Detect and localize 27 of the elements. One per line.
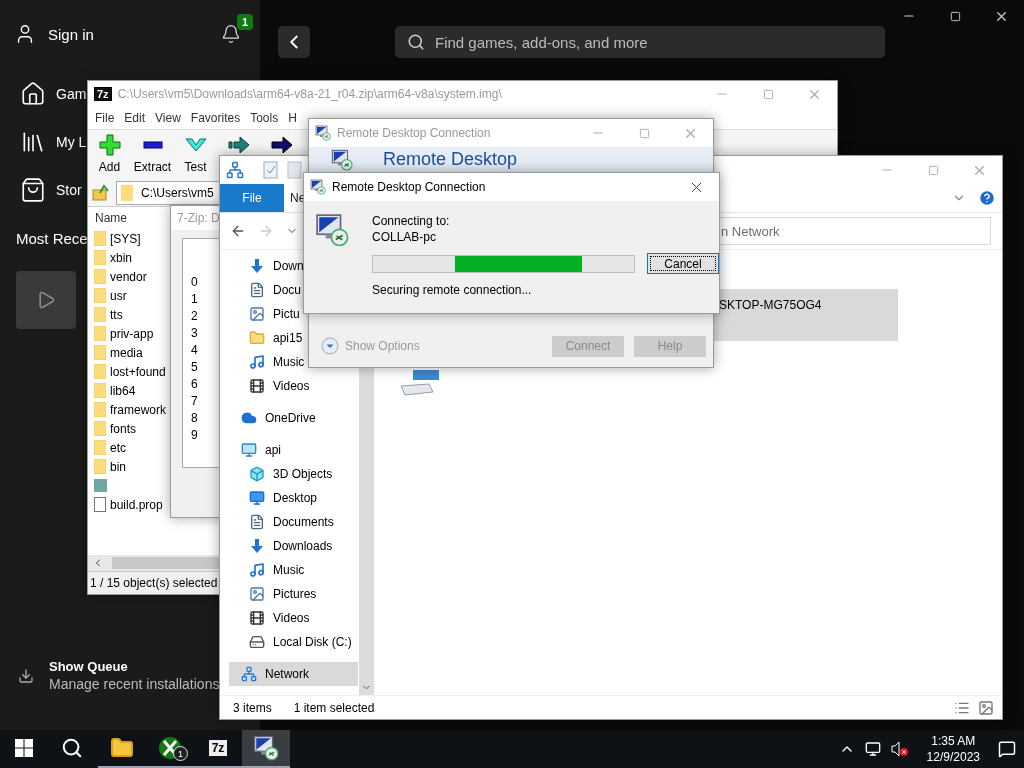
app-logo: 7z — [94, 87, 112, 101]
list-cell: 2 — [191, 308, 198, 323]
section-title: Most Rece — [16, 230, 88, 247]
list-cell: 4 — [191, 342, 198, 357]
connecting-label: Connecting to: — [372, 213, 451, 229]
list-cell: 5 — [191, 359, 198, 374]
window-title: C:\Users\vm5\Downloads\arm64-v8a-21_r04.zip\arm64-v8a\system.img\ — [117, 87, 502, 101]
window-title: 7-Zip: D — [177, 211, 220, 225]
list-cell: 0 — [191, 274, 198, 289]
taskbar-badge: 1 — [173, 746, 188, 761]
list-cell: 3 — [191, 325, 198, 340]
list-cell: 1 — [191, 291, 198, 306]
app-logo: 7z — [208, 740, 228, 756]
list-cell: 9 — [191, 427, 198, 442]
status-text: 3 items — [233, 700, 272, 715]
queue-subtitle: Manage recent installations — [49, 676, 220, 692]
list-cell: 6 — [191, 376, 198, 391]
list-cell: 8 — [191, 410, 198, 425]
notification-badge: 1 — [237, 14, 253, 30]
host-name: COLLAB-pc — [372, 229, 438, 245]
banner-title: Remote Desktop — [383, 149, 518, 170]
status-text: Securing remote connection... — [372, 282, 533, 298]
window-title: Remote Desktop Connection — [332, 180, 486, 194]
status-text: 1 item selected — [293, 700, 375, 715]
window-title: Remote Desktop Connection — [337, 126, 491, 140]
list-cell: 7 — [191, 393, 198, 408]
status-text: 1 / 15 object(s) selected — [90, 576, 218, 590]
